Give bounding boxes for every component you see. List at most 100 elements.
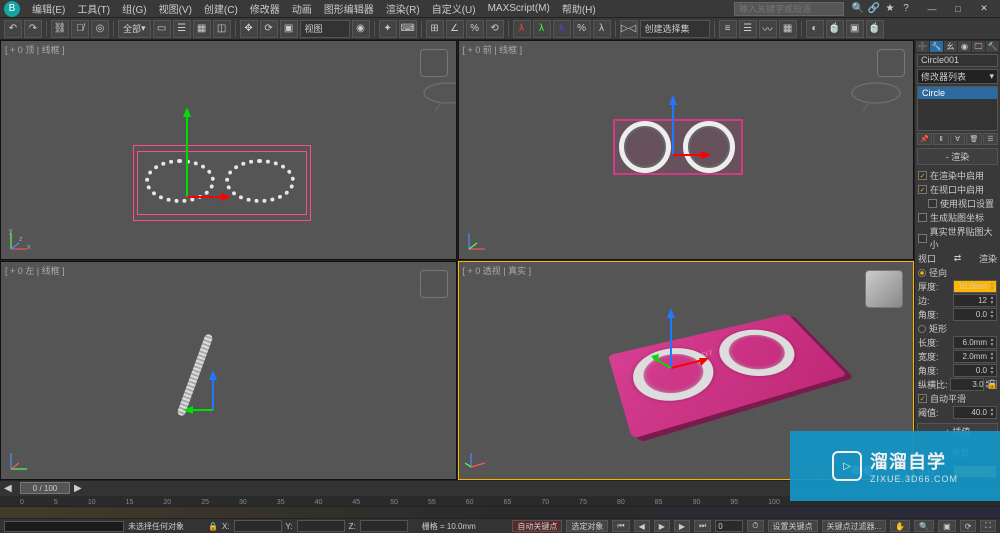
- zoom-button[interactable]: 🔍: [914, 520, 934, 532]
- transform-gizmo[interactable]: [171, 105, 231, 201]
- spinner-length[interactable]: ▲▼: [953, 336, 997, 349]
- tab-create[interactable]: ➕: [916, 41, 929, 52]
- layers-button[interactable]: ☰: [739, 20, 757, 38]
- sides-input[interactable]: [954, 296, 988, 305]
- swap-icon[interactable]: ⇄: [954, 253, 962, 264]
- trackbar[interactable]: [0, 506, 1000, 518]
- prev-frame-button[interactable]: ◀: [634, 520, 650, 532]
- z-coord-input[interactable]: [360, 520, 408, 532]
- selection-filter-dropdown[interactable]: 全部 ▾: [118, 20, 151, 38]
- viewport-top[interactable]: [ + 0 顶 | 线框 ] x y z: [0, 40, 457, 260]
- viewport-front-label[interactable]: [ + 0 前 | 线框 ]: [463, 43, 523, 56]
- goto-start-button[interactable]: ⏮: [612, 520, 629, 532]
- tab-hierarchy[interactable]: ⺓: [944, 41, 957, 52]
- length-input[interactable]: [954, 338, 988, 347]
- viewport-perspective-label[interactable]: [ + 0 透视 | 真实 ]: [463, 264, 532, 277]
- menu-group[interactable]: 组(G): [116, 1, 152, 16]
- zoom-extents-button[interactable]: ▣: [938, 520, 956, 532]
- time-config-button[interactable]: ⏱: [747, 520, 763, 532]
- remove-modifier-button[interactable]: 🗑: [966, 133, 981, 145]
- orbit-button[interactable]: ⟳: [960, 520, 977, 532]
- radio-rectangular[interactable]: [918, 325, 926, 333]
- snap-toggle[interactable]: ⊞: [426, 20, 444, 38]
- help-search-input[interactable]: [734, 2, 844, 16]
- mirror-button[interactable]: ▷◁: [620, 20, 638, 38]
- pivot-button[interactable]: ◉: [352, 20, 370, 38]
- modifier-list-dropdown[interactable]: 修改器列表▾: [917, 69, 998, 84]
- menu-graph-editors[interactable]: 图形编辑器: [318, 1, 380, 16]
- undo-button[interactable]: ↶: [4, 20, 22, 38]
- transform-gizmo-front[interactable]: [661, 95, 711, 165]
- modifier-stack[interactable]: Circle: [917, 86, 998, 131]
- viewcube-left[interactable]: [420, 270, 448, 298]
- tab-display[interactable]: 🖵: [972, 41, 985, 52]
- aspect-input[interactable]: [951, 380, 985, 389]
- y-coord-input[interactable]: [297, 520, 345, 532]
- time-slider-left-arrow[interactable]: ◀: [0, 483, 16, 494]
- play-button[interactable]: ▶: [654, 520, 670, 532]
- manipulate-button[interactable]: ✦: [379, 20, 397, 38]
- maxscript-mini-listener[interactable]: [4, 521, 124, 532]
- make-unique-button[interactable]: ∀: [950, 133, 965, 145]
- render-frame-button[interactable]: ▣: [846, 20, 864, 38]
- spinner-threshold[interactable]: ▲▼: [953, 406, 997, 419]
- select-name-button[interactable]: ☰: [173, 20, 191, 38]
- menu-edit[interactable]: 编辑(E): [26, 1, 71, 16]
- auto-key-button[interactable]: 自动关键点: [512, 520, 562, 532]
- render-setup-button[interactable]: 🍵: [826, 20, 844, 38]
- link-icon[interactable]: 🔗: [868, 3, 880, 15]
- spinner-rect-angle[interactable]: ▲▼: [953, 364, 997, 377]
- angle-input[interactable]: [954, 310, 988, 319]
- transform-gizmo-persp[interactable]: [651, 308, 711, 378]
- pan-button[interactable]: ✋: [890, 520, 910, 532]
- x-coord-input[interactable]: [234, 520, 282, 532]
- chk-use-viewport-settings[interactable]: [928, 199, 937, 208]
- circle-geometry-2[interactable]: [225, 159, 295, 203]
- search-icon[interactable]: 🔍: [852, 3, 864, 15]
- time-slider[interactable]: 0 / 100: [20, 482, 70, 494]
- menu-maxscript[interactable]: MAXScript(M): [482, 3, 556, 14]
- menu-animation[interactable]: 动画: [286, 1, 318, 16]
- spacing-button[interactable]: λ: [593, 20, 611, 38]
- threshold-input[interactable]: [954, 408, 988, 417]
- viewport-left-label[interactable]: [ + 0 左 | 线框 ]: [5, 264, 65, 277]
- star-icon[interactable]: ★: [884, 3, 896, 15]
- spinner-width[interactable]: ▲▼: [953, 350, 997, 363]
- align-button[interactable]: ≡: [719, 20, 737, 38]
- current-frame-input[interactable]: [715, 520, 743, 532]
- viewport-left[interactable]: [ + 0 左 | 线框 ]: [0, 261, 457, 481]
- chk-generate-mapping[interactable]: [918, 213, 927, 222]
- schematic-button[interactable]: ▦: [779, 20, 797, 38]
- scale-button[interactable]: ▣: [280, 20, 298, 38]
- tab-utilities[interactable]: 🔨: [986, 41, 999, 52]
- key-filters-button[interactable]: 关键点过滤器...: [822, 520, 887, 532]
- menu-help[interactable]: 帮助(H): [556, 1, 602, 16]
- redo-button[interactable]: ↷: [24, 20, 42, 38]
- tab-modify[interactable]: 🔧: [930, 41, 943, 52]
- render-button[interactable]: 🍵: [866, 20, 884, 38]
- radio-radial[interactable]: [918, 269, 926, 277]
- spinner-sides[interactable]: ▲▼: [953, 294, 997, 307]
- width-input[interactable]: [954, 352, 988, 361]
- stack-item-circle[interactable]: Circle: [918, 87, 997, 99]
- window-crossing-button[interactable]: ◫: [213, 20, 231, 38]
- thickness-input[interactable]: [954, 282, 988, 291]
- chk-enable-in-viewport[interactable]: [918, 185, 927, 194]
- viewcube-top[interactable]: [420, 49, 448, 77]
- percent-button[interactable]: %: [573, 20, 591, 38]
- named-selection-input[interactable]: [640, 20, 710, 38]
- unlink-button[interactable]: ⛓̸: [71, 20, 89, 38]
- ref-coord-dropdown[interactable]: [300, 20, 350, 38]
- percent-snap-toggle[interactable]: %: [466, 20, 484, 38]
- spinner-angle[interactable]: ▲▼: [953, 308, 997, 321]
- object-name-field[interactable]: Circle001: [917, 54, 998, 66]
- viewport-front[interactable]: [ + 0 前 | 线框 ]: [458, 40, 915, 260]
- goto-end-button[interactable]: ⏭: [694, 520, 711, 532]
- menu-tools[interactable]: 工具(T): [71, 1, 116, 16]
- selected-filter-dropdown[interactable]: 选定对象: [566, 520, 608, 532]
- menu-rendering[interactable]: 渲染(R): [380, 1, 426, 16]
- help-icon[interactable]: ?: [900, 3, 912, 15]
- select-region-button[interactable]: ▦: [193, 20, 211, 38]
- x-axis-icon[interactable]: λ: [513, 20, 531, 38]
- set-key-button[interactable]: 设置关键点: [768, 520, 818, 532]
